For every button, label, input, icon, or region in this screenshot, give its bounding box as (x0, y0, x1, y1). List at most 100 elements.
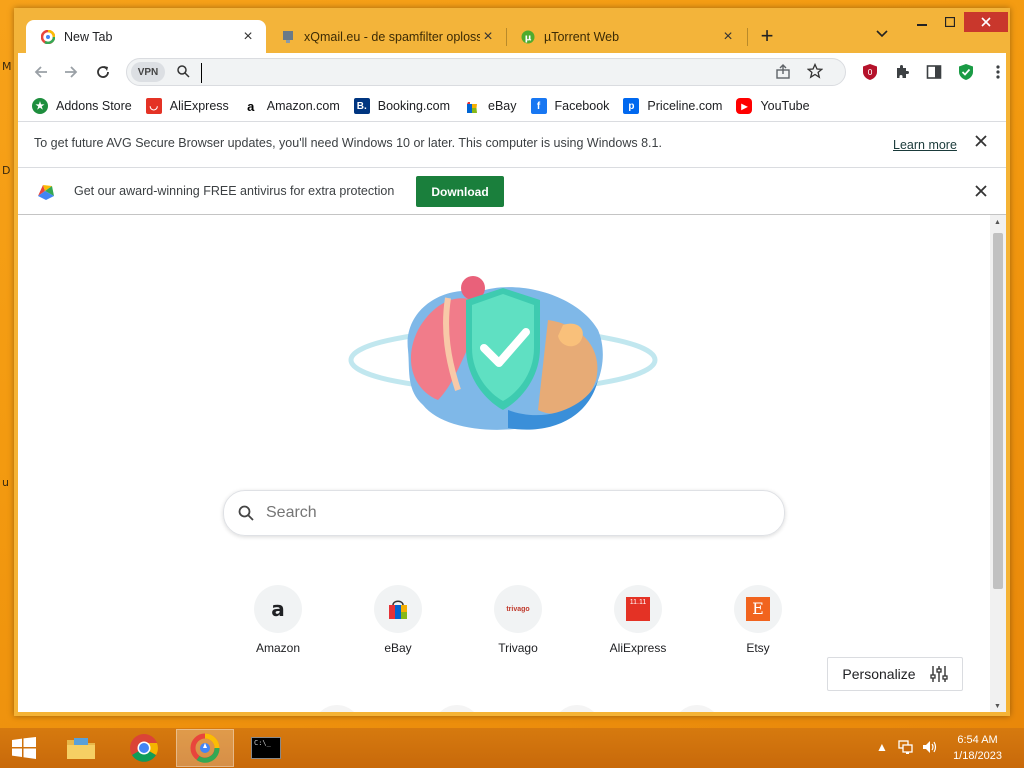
forward-arrow-icon[interactable] (60, 61, 82, 83)
svg-text:µ: µ (525, 33, 532, 43)
xqmail-icon (280, 29, 296, 45)
bookmark-label: Amazon.com (266, 99, 340, 113)
youtube-icon: ▶ (736, 98, 753, 114)
newtab-search-input[interactable] (264, 503, 748, 523)
clock-time: 6:54 AM (957, 734, 998, 746)
scrollbar-thumb[interactable] (993, 233, 1003, 589)
bookmark-youtube[interactable]: ▶ YouTube (736, 98, 810, 114)
clock-date: 1/18/2023 (953, 750, 1002, 762)
avg-browser-icon (40, 29, 56, 45)
tile-label: Etsy (746, 641, 770, 655)
close-promo-icon[interactable] (975, 185, 987, 200)
back-arrow-icon[interactable] (30, 61, 52, 83)
taskbar-avg-browser[interactable] (176, 729, 234, 767)
ublock-extension-icon[interactable]: 0 (860, 62, 880, 82)
shortcut-tile-placeholder (553, 705, 601, 712)
volume-icon[interactable] (922, 740, 938, 757)
close-tab-icon[interactable]: × (480, 28, 496, 46)
extensions-puzzle-icon[interactable] (892, 62, 912, 82)
vpn-toggle-button[interactable]: VPN (131, 62, 165, 82)
bookmark-star-icon[interactable] (806, 62, 824, 82)
personalize-button[interactable]: Personalize (827, 657, 963, 691)
maximize-button[interactable] (936, 12, 964, 32)
bookmark-label: Booking.com (377, 99, 451, 113)
download-button[interactable]: Download (416, 176, 504, 207)
tile-label: Trivago (498, 641, 538, 655)
bookmark-ebay[interactable]: eBay (464, 98, 517, 114)
tab-xqmail[interactable]: xQmail.eu - de spamfilter oploss × (266, 20, 506, 53)
tab-utorrent-web[interactable]: µ µTorrent Web × (506, 20, 746, 53)
facebook-icon: f (530, 98, 547, 114)
shortcut-tile-ebay[interactable]: eBay (353, 585, 443, 655)
new-tab-button[interactable]: + (754, 24, 780, 50)
shortcut-tile-placeholder (433, 705, 481, 712)
desktop-icon-label: M (2, 60, 12, 73)
start-button[interactable] (0, 729, 48, 767)
shortcut-tile-placeholder (673, 705, 721, 712)
bookmark-addons-store[interactable]: ★ Addons Store (32, 98, 132, 114)
promo-message: Get our award-winning FREE antivirus for… (74, 184, 395, 198)
avg-logo-icon (36, 182, 56, 205)
trivago-icon: trivago (494, 585, 542, 633)
shortcut-tile-aliexpress[interactable]: 11.11 AliExpress (593, 585, 683, 655)
tab-new-tab[interactable]: New Tab × (26, 20, 266, 53)
utorrent-icon: µ (520, 29, 536, 45)
bookmark-label: eBay (488, 99, 517, 113)
avg-browser-icon (190, 733, 220, 763)
address-input[interactable] (201, 63, 766, 83)
svg-text:0: 0 (867, 68, 872, 77)
tile-label: AliExpress (609, 641, 667, 655)
shortcut-tile-placeholder (313, 705, 361, 712)
bookmark-amazon[interactable]: a Amazon.com (242, 98, 340, 114)
priceline-icon: p (623, 98, 640, 114)
shortcut-tile-trivago[interactable]: trivago Trivago (473, 585, 563, 655)
bookmark-facebook[interactable]: f Facebook (530, 98, 610, 114)
minimize-button[interactable] (908, 12, 936, 32)
windows-taskbar: C:\_ ▲ 6:54 AM 1/18/2023 (0, 728, 1024, 768)
bookmark-priceline[interactable]: p Priceline.com (623, 98, 722, 114)
bookmark-booking[interactable]: B. Booking.com (353, 98, 451, 114)
side-panel-icon[interactable] (924, 62, 944, 82)
page-scrollbar[interactable]: ▲ ▼ (990, 215, 1006, 712)
network-icon[interactable] (898, 740, 914, 757)
browser-window: New Tab × xQmail.eu - de spamfilter oplo… (14, 8, 1010, 716)
close-tab-icon[interactable]: × (240, 28, 256, 46)
bookmark-aliexpress[interactable]: ◡ AliExpress (145, 98, 229, 114)
ebay-icon (374, 585, 422, 633)
bookmark-label: Facebook (554, 99, 610, 113)
system-clock[interactable]: 6:54 AM 1/18/2023 (953, 732, 1002, 764)
security-shield-illustration (348, 276, 658, 430)
new-tab-page: a Amazon eBay trivago Trivago 11.11 AliE… (18, 215, 1006, 712)
tab-title: New Tab (64, 29, 113, 44)
show-hidden-icons[interactable]: ▲ (876, 740, 888, 754)
aliexpress-icon: ◡ (145, 98, 162, 114)
close-infobar-icon[interactable] (975, 135, 987, 150)
browser-menu-icon[interactable] (988, 62, 1008, 82)
learn-more-link[interactable]: Learn more (893, 138, 957, 152)
antivirus-promo-bar: Get our award-winning FREE antivirus for… (18, 167, 1006, 215)
taskbar-command-prompt[interactable]: C:\_ (237, 729, 295, 767)
close-tab-icon[interactable]: × (720, 28, 736, 46)
tile-label: Amazon (255, 641, 301, 655)
personalize-label: Personalize (842, 666, 916, 682)
bookmark-label: YouTube (760, 99, 810, 113)
newtab-search-box[interactable] (223, 490, 785, 536)
tab-strip: New Tab × xQmail.eu - de spamfilter oplo… (14, 8, 1010, 53)
tab-title: µTorrent Web (544, 29, 620, 44)
update-infobar: To get future AVG Secure Browser updates… (18, 121, 1006, 167)
bookmark-label: Priceline.com (647, 99, 723, 113)
taskbar-file-explorer[interactable] (52, 729, 110, 767)
shortcut-tile-etsy[interactable]: E Etsy (713, 585, 803, 655)
close-window-button[interactable] (964, 12, 1008, 32)
tab-search-chevron-icon[interactable] (876, 26, 888, 41)
reload-icon[interactable] (92, 61, 114, 83)
share-icon[interactable] (775, 64, 791, 83)
shortcut-tile-amazon[interactable]: a Amazon (233, 585, 323, 655)
avg-shield-icon[interactable] (956, 62, 976, 82)
scroll-down-arrow-icon[interactable]: ▼ (994, 703, 1001, 710)
amazon-icon: a (242, 98, 259, 114)
address-bar[interactable]: VPN (126, 58, 846, 86)
bookmark-label: Addons Store (56, 99, 132, 113)
taskbar-chrome[interactable] (115, 729, 173, 767)
scroll-up-arrow-icon[interactable]: ▲ (994, 219, 1001, 226)
